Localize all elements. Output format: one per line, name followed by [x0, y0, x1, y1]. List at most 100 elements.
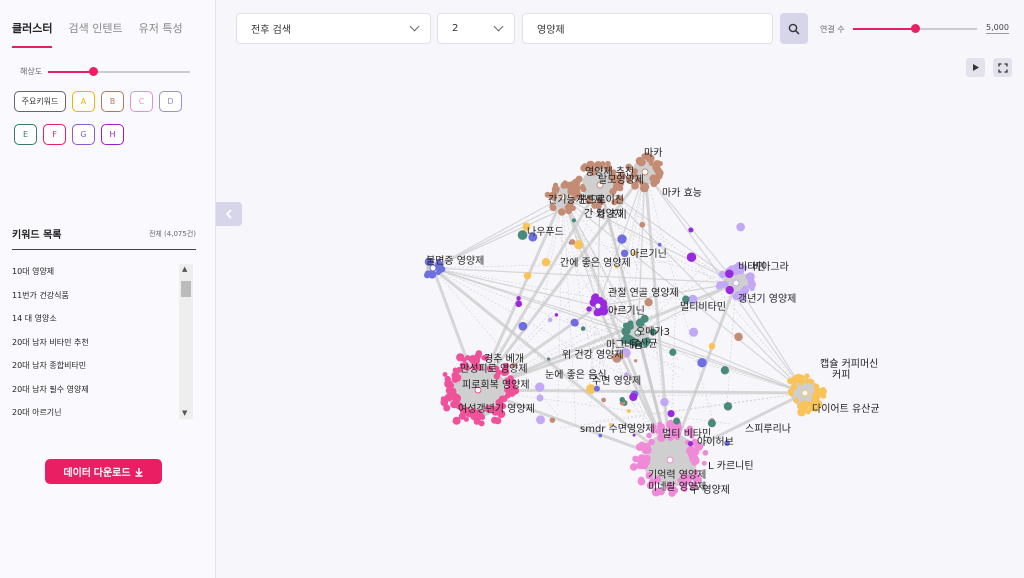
cluster-chip-d[interactable]: D — [159, 91, 182, 112]
graph-keyword-label[interactable]: 다이어트 유산균 — [812, 403, 880, 415]
scroll-down-icon[interactable]: ▼ — [182, 409, 187, 417]
graph-node[interactable] — [723, 402, 733, 411]
graph-node[interactable] — [639, 221, 646, 228]
cluster-chip-g[interactable]: G — [72, 124, 95, 145]
graph-keyword-label[interactable]: 콘드로이친 — [578, 194, 624, 206]
sidebar-collapse-button[interactable] — [216, 202, 242, 226]
graph-node[interactable] — [686, 252, 697, 262]
cluster-chip-a[interactable]: A — [72, 91, 95, 112]
graph-node[interactable] — [708, 342, 716, 350]
graph-keyword-label[interactable]: 아이허브 — [697, 436, 734, 448]
keyword-list-item[interactable]: 20대 남자 종합비타민 — [12, 354, 180, 378]
cluster-chip-e[interactable]: E — [14, 124, 37, 145]
graph-keyword-label[interactable]: 여성갱년기 영양제 — [458, 403, 535, 415]
graph-keyword-label[interactable]: 멀티비타민 — [680, 300, 726, 313]
cluster-chip-b[interactable]: B — [101, 91, 124, 112]
graph-node[interactable] — [644, 298, 653, 307]
graph-keyword-label[interactable]: 간에 좋은 영양제 — [560, 257, 631, 269]
graph-keyword-label[interactable]: 탈모영양제 — [598, 173, 644, 186]
graph-node[interactable] — [554, 313, 559, 317]
graph-node[interactable] — [620, 249, 629, 258]
graph-keyword-label[interactable]: 갱년기 영양제 — [738, 293, 796, 305]
play-button[interactable] — [966, 58, 985, 77]
keyword-list-scrollbar[interactable]: ▲ ▼ — [179, 264, 193, 419]
keyword-list-item[interactable]: 20대 남자 비타민 추천 — [12, 331, 180, 355]
graph-node[interactable] — [571, 218, 576, 223]
graph-node[interactable] — [516, 296, 521, 301]
graph-keyword-label[interactable]: smdr 수면영양제 — [580, 423, 655, 435]
graph-node[interactable] — [725, 269, 734, 279]
graph-node[interactable] — [517, 230, 528, 240]
graph-node[interactable] — [541, 257, 551, 267]
cluster-chip-c[interactable]: C — [130, 91, 153, 112]
cluster-chip-main[interactable]: 주요키워드 — [14, 91, 66, 112]
graph-node[interactable] — [720, 366, 730, 375]
resolution-slider[interactable] — [48, 66, 190, 76]
graph-node[interactable] — [515, 300, 523, 308]
graph-keyword-label[interactable]: 스피루리나 — [745, 423, 791, 435]
graph-node[interactable] — [535, 382, 545, 392]
graph-keyword-label[interactable]: 비아그라 — [752, 261, 789, 273]
graph-node[interactable] — [569, 239, 576, 245]
cluster-chip-f[interactable]: F — [43, 124, 66, 145]
keyword-search-input[interactable] — [522, 13, 773, 44]
graph-keyword-label[interactable]: 오메가3 — [636, 326, 670, 338]
connections-slider-handle[interactable] — [911, 24, 920, 33]
graph-keyword-label[interactable]: 커피 — [832, 369, 850, 381]
graph-node[interactable] — [536, 415, 546, 425]
graph-node[interactable] — [697, 357, 707, 368]
graph-node[interactable] — [629, 392, 638, 402]
graph-node[interactable] — [619, 396, 625, 403]
graph-node[interactable] — [574, 240, 584, 250]
graph-keyword-label[interactable]: 캡슐 커피머신 — [820, 358, 878, 370]
search-depth-select[interactable]: 2 — [437, 13, 515, 44]
search-mode-select[interactable]: 전후 검색 — [236, 13, 431, 44]
graph-keyword-label[interactable]: 위 건강 영양제 — [562, 348, 624, 361]
resolution-slider-handle[interactable] — [89, 66, 99, 76]
graph-node[interactable] — [673, 417, 681, 425]
connections-slider[interactable] — [853, 24, 977, 33]
graph-node[interactable] — [518, 321, 528, 331]
graph-node[interactable] — [660, 397, 669, 407]
graph-node[interactable] — [580, 326, 586, 331]
scrollbar-thumb[interactable] — [181, 281, 191, 297]
cluster-chip-h[interactable]: H — [101, 124, 124, 145]
keyword-network-graph[interactable]: 영양제 추천마카탈모영양제마카 효능간기능개선제콘드로이친간 영양제차 조기나우… — [242, 90, 1024, 578]
graph-node[interactable] — [536, 394, 544, 402]
graph-node[interactable] — [546, 357, 551, 361]
graph-keyword-label[interactable]: L 카르니틴 — [708, 460, 754, 472]
graph-keyword-label[interactable]: 나우푸드 — [527, 226, 564, 238]
graph-node[interactable] — [601, 397, 606, 403]
graph-keyword-label[interactable]: 피로회복 영양제 — [462, 379, 530, 391]
graph-node[interactable] — [523, 271, 532, 280]
graph-node[interactable] — [725, 285, 734, 295]
graph-node[interactable] — [687, 440, 694, 447]
graph-node[interactable] — [736, 222, 745, 232]
keyword-list-item[interactable]: 14 대 영양소 — [12, 307, 180, 331]
graph-keyword-label[interactable]: 구 영양제 — [690, 484, 730, 496]
graph-keyword-label[interactable]: 불면증 영양제 — [426, 255, 484, 267]
tab-search-intent[interactable]: 검색 인텐트 — [68, 20, 122, 48]
graph-keyword-label[interactable]: 관절 연골 영양제 — [608, 286, 679, 299]
graph-node[interactable] — [657, 242, 662, 247]
fullscreen-button[interactable] — [993, 58, 1012, 77]
graph-node[interactable] — [667, 409, 675, 418]
graph-node[interactable] — [669, 348, 677, 356]
graph-keyword-label[interactable]: 마카 — [644, 147, 662, 159]
graph-keyword-label[interactable]: 기억력 영양제 — [648, 469, 706, 481]
graph-node[interactable] — [734, 332, 743, 342]
graph-node[interactable] — [707, 419, 716, 428]
graph-keyword-label[interactable]: 아르기닌 — [630, 248, 667, 260]
graph-node[interactable] — [689, 327, 699, 337]
graph-keyword-label[interactable]: 만성피로 영양제 — [460, 363, 528, 375]
graph-node[interactable] — [688, 227, 694, 233]
connections-value[interactable]: 5,000 — [986, 23, 1009, 34]
search-button[interactable] — [780, 13, 808, 44]
graph-node[interactable] — [547, 317, 553, 323]
tab-user-traits[interactable]: 유저 특성 — [139, 20, 183, 48]
graph-keyword-label[interactable]: 아르기닌 — [608, 305, 645, 317]
keyword-list-item[interactable]: 20대 남자 필수 영양제 — [12, 378, 180, 402]
keyword-list-item[interactable]: 10대 영양제 — [12, 260, 180, 284]
graph-node[interactable] — [617, 234, 627, 244]
graph-node[interactable] — [549, 417, 556, 423]
